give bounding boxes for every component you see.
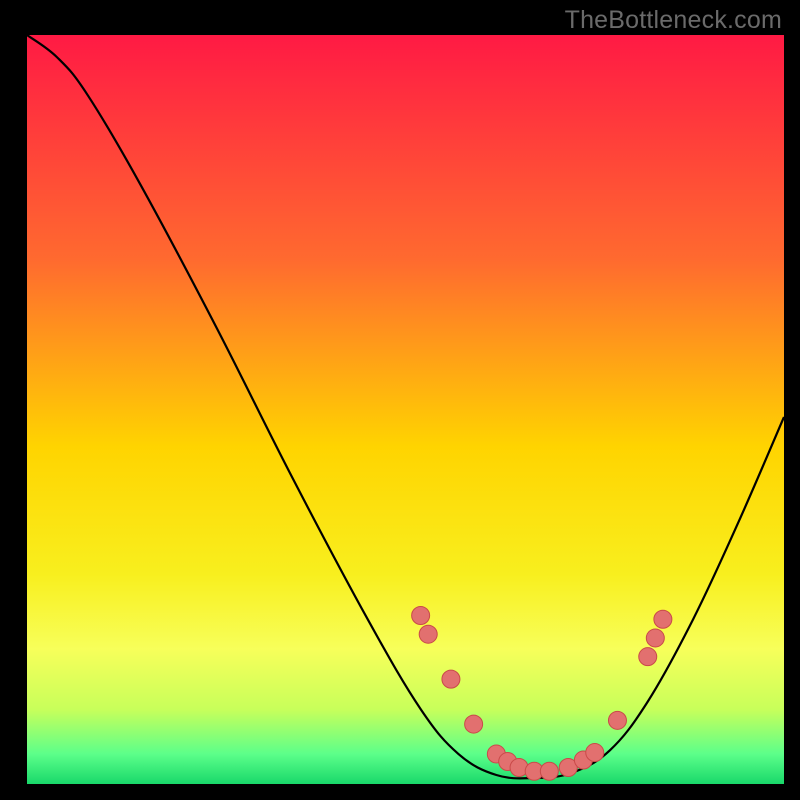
curve-marker	[608, 711, 626, 729]
curve-marker	[540, 762, 558, 780]
bottleneck-chart	[0, 0, 800, 800]
curve-marker	[646, 629, 664, 647]
plot-background	[27, 35, 784, 784]
curve-marker	[639, 648, 657, 666]
curve-marker	[442, 670, 460, 688]
curve-marker	[465, 715, 483, 733]
curve-marker	[586, 744, 604, 762]
curve-marker	[419, 625, 437, 643]
watermark-text: TheBottleneck.com	[565, 6, 782, 35]
curve-marker	[654, 610, 672, 628]
curve-marker	[412, 606, 430, 624]
